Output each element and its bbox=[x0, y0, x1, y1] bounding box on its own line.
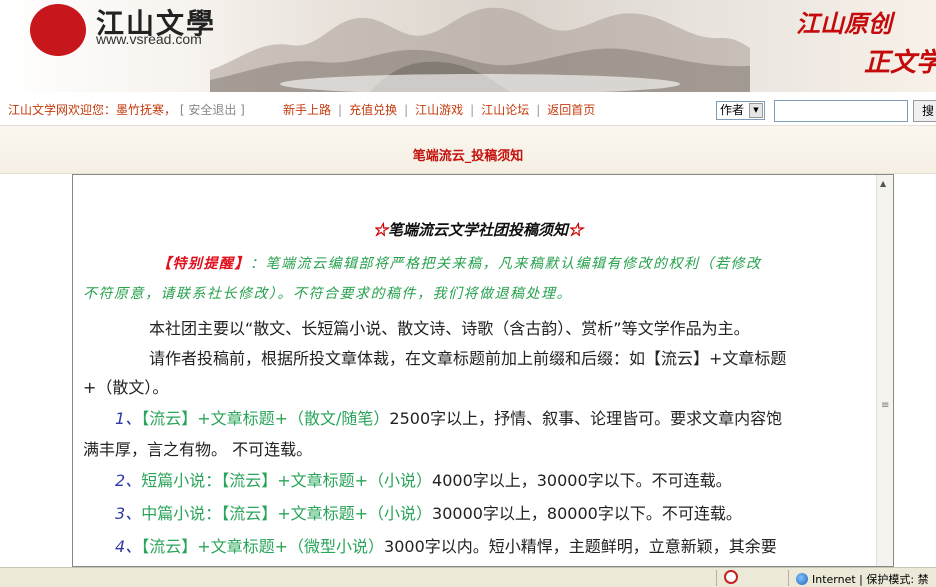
nav-link-recharge[interactable]: 充值兑换 bbox=[349, 103, 397, 117]
mountain-landscape-image bbox=[210, 7, 750, 92]
item-number: 2 bbox=[115, 471, 126, 490]
welcome-message: 江山文学网欢迎您：墨竹抚寒， [ 安全退出 ] bbox=[8, 101, 245, 118]
search-field-value: 作者 bbox=[720, 103, 745, 117]
item-format: 【流云】+文章标题+（微型小说） bbox=[141, 537, 385, 556]
nav-links: 新手上路 | 充值兑换 | 江山游戏 | 江山论坛 | 返回首页 bbox=[283, 103, 596, 117]
welcome-text: 江山文学网欢迎您：墨竹抚寒， bbox=[8, 103, 177, 117]
paragraph-2-line-1: 请作者投稿前，根据所投文章体裁，在文章标题前加上前缀和后缀：如【流云】+文章标题 bbox=[149, 349, 787, 368]
privacy-report-icon[interactable] bbox=[724, 570, 738, 584]
list-item: 1、【流云】+文章标题+（散文/随笔）2500字以上，抒情、叙事、论理皆可。要求… bbox=[115, 409, 783, 428]
zone-text: Internet | 保护模式: 禁 bbox=[812, 573, 929, 586]
nav-link-home[interactable]: 返回首页 bbox=[547, 103, 595, 117]
slogan-line-1: 江山原创 bbox=[796, 9, 892, 38]
internet-globe-icon bbox=[796, 573, 808, 585]
notice-text-2: 不符原意，请联系社长修改）。不符合要求的稿件，我们将做退稿处理。 bbox=[83, 286, 572, 302]
item-desc: 3000字以内。短小精悍，主题鲜明，立意新颖，其余要 bbox=[384, 537, 777, 556]
scroll-grip-icon[interactable]: ≡ bbox=[881, 400, 889, 411]
item-desc: 4000字以上，30000字以下。不可连载。 bbox=[432, 471, 732, 490]
scroll-up-arrow-icon[interactable]: ▲ bbox=[880, 179, 886, 188]
article-heading: ☆笔端流云文学社团投稿须知☆ bbox=[83, 219, 873, 240]
page-title-bar: 笔端流云_投稿须知 bbox=[0, 126, 936, 174]
search-field-select[interactable]: 作者 ▼ bbox=[716, 101, 765, 120]
item-desc: 30000字以上，80000字以下。不可连载。 bbox=[432, 504, 742, 523]
paragraph-2-line-2: +（散文）。 bbox=[83, 378, 169, 397]
notice-line-2: 不符原意，请联系社长修改）。不符合要求的稿件，我们将做退稿处理。 bbox=[83, 283, 572, 303]
security-zone[interactable]: Internet | 保护模式: 禁 bbox=[796, 571, 929, 587]
browser-viewport: 江山文學 www.vsread.com 江山原创 正文学 江山文学网欢迎您：墨竹… bbox=[0, 0, 936, 587]
nav-link-forum[interactable]: 江山论坛 bbox=[481, 103, 529, 117]
item-number: 4 bbox=[115, 537, 126, 556]
notice-text-1: ：笔端流云编辑部将严格把关来稿，凡来稿默认编辑有修改的权利（若修改 bbox=[250, 256, 762, 272]
item-number: 1 bbox=[115, 409, 126, 428]
site-url[interactable]: www.vsread.com bbox=[96, 31, 202, 47]
slogan-line-2: 正文学 bbox=[864, 48, 936, 78]
star-icon: ☆ bbox=[372, 221, 388, 239]
item-format: 短篇小说：【流云】+文章标题+（小说） bbox=[141, 471, 433, 490]
notice-line-1: 【特别提醒】：笔端流云编辑部将严格把关来稿，凡来稿默认编辑有修改的权利（若修改 bbox=[157, 253, 762, 273]
article-frame: ☆笔端流云文学社团投稿须知☆ 【特别提醒】：笔端流云编辑部将严格把关来稿，凡来稿… bbox=[72, 174, 894, 567]
site-header-banner: 江山文學 www.vsread.com 江山原创 正文学 bbox=[0, 0, 936, 92]
nav-link-newbie[interactable]: 新手上路 bbox=[283, 103, 331, 117]
browser-status-bar: Internet | 保护模式: 禁 bbox=[0, 567, 936, 587]
dragon-logo-icon[interactable] bbox=[30, 4, 86, 56]
list-item: 2、短篇小说：【流云】+文章标题+（小说）4000字以上，30000字以下。不可… bbox=[115, 471, 732, 490]
nav-link-games[interactable]: 江山游戏 bbox=[415, 103, 463, 117]
paragraph-1: 本社团主要以“散文、长短篇小说、散文诗、诗歌（含古韵）、赏析”等文学作品为主。 bbox=[149, 319, 750, 338]
star-icon: ☆ bbox=[568, 221, 584, 239]
list-item: 4、【流云】+文章标题+（微型小说）3000字以内。短小精悍，主题鲜明，立意新颖… bbox=[115, 537, 777, 556]
item-number: 3 bbox=[115, 504, 126, 523]
page-title: 笔端流云_投稿须知 bbox=[412, 149, 524, 164]
notice-tag: 【特别提醒】 bbox=[157, 256, 250, 272]
item-format: 中篇小说：【流云】+文章标题+（小说） bbox=[141, 504, 433, 523]
search-button[interactable]: 搜 bbox=[913, 100, 936, 122]
heading-text: 笔端流云文学社团投稿须知 bbox=[387, 221, 568, 239]
vertical-scrollbar[interactable]: ▲ ≡ bbox=[876, 175, 893, 566]
dropdown-arrow-icon[interactable]: ▼ bbox=[749, 103, 763, 118]
list-item: 3、中篇小说：【流云】+文章标题+（小说）30000字以上，80000字以下。不… bbox=[115, 504, 742, 523]
search-input[interactable] bbox=[774, 100, 908, 122]
item-desc: 2500字以上，抒情、叙事、论理皆可。要求文章内容饱 bbox=[389, 409, 783, 428]
item-format: 【流云】+文章标题+（散文/随笔） bbox=[141, 409, 390, 428]
logout-link[interactable]: [ 安全退出 ] bbox=[180, 103, 245, 117]
list-item-continued: 满丰厚，言之有物。 不可连载。 bbox=[83, 440, 313, 459]
